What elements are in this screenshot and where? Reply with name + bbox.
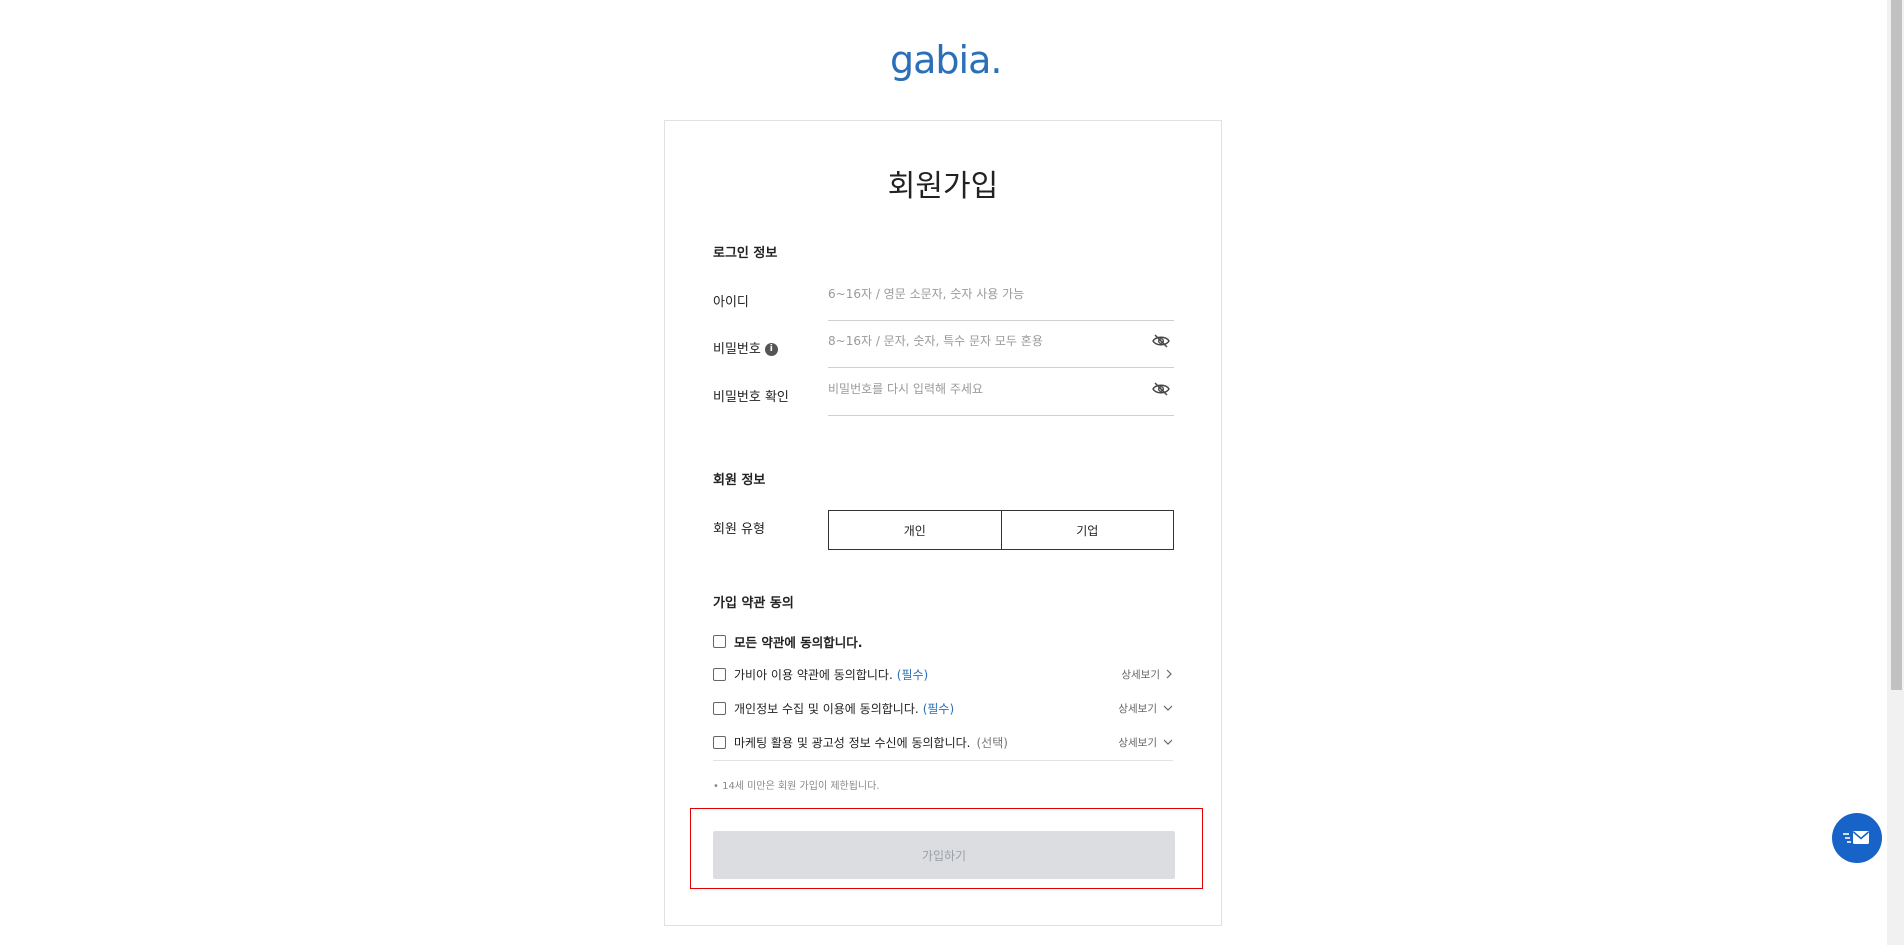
terms-item-row: 가비아 이용 약관에 동의합니다. (필수) 상세보기 bbox=[713, 664, 1173, 684]
logo-dot: . bbox=[990, 38, 1002, 82]
detail-link[interactable]: 상세보기 bbox=[1118, 701, 1173, 716]
agree-all-checkbox[interactable] bbox=[713, 634, 726, 648]
privacy-item-row: 개인정보 수집 및 이용에 동의합니다. (필수) 상세보기 bbox=[713, 698, 1173, 718]
login-info-heading: 로그인 정보 bbox=[713, 246, 778, 261]
id-label: 아이디 bbox=[713, 295, 749, 310]
info-icon[interactable]: i bbox=[764, 343, 778, 356]
member-type-business-button[interactable]: 기업 bbox=[1001, 510, 1174, 550]
mail-icon bbox=[1843, 831, 1870, 844]
password-confirm-label: 비밀번호 확인 bbox=[713, 390, 789, 405]
member-type-toggle: 개인 기업 bbox=[828, 510, 1174, 550]
chevron-right-icon bbox=[1166, 669, 1172, 679]
scrollbar[interactable] bbox=[1887, 0, 1904, 945]
marketing-checkbox[interactable] bbox=[713, 735, 726, 749]
gabia-logo[interactable]: gabia. bbox=[890, 38, 1002, 82]
password-input[interactable] bbox=[828, 321, 1128, 361]
age-notice: • 14세 미만은 회원 가입이 제한됩니다. bbox=[713, 781, 880, 792]
terms-checkbox[interactable] bbox=[713, 667, 726, 681]
privacy-item-label: 개인정보 수집 및 이용에 동의합니다. bbox=[734, 701, 919, 716]
chevron-down-icon bbox=[1163, 739, 1173, 745]
required-tag: (필수) bbox=[896, 667, 929, 682]
agree-all-row[interactable]: 모든 약관에 동의합니다. bbox=[713, 631, 1173, 651]
scrollbar-thumb[interactable] bbox=[1891, 0, 1902, 690]
detail-link-label: 상세보기 bbox=[1118, 736, 1157, 749]
terms-heading: 가입 약관 동의 bbox=[713, 596, 794, 611]
password-confirm-input[interactable] bbox=[828, 369, 1128, 409]
agree-all-label: 모든 약관에 동의합니다. bbox=[734, 634, 863, 650]
password-field bbox=[828, 321, 1174, 368]
id-field bbox=[828, 274, 1174, 321]
password-label-text: 비밀번호 bbox=[713, 342, 761, 357]
member-type-label: 회원 유형 bbox=[713, 522, 765, 537]
detail-link-label: 상세보기 bbox=[1121, 668, 1160, 681]
chat-fab[interactable] bbox=[1832, 813, 1882, 863]
member-info-heading: 회원 정보 bbox=[713, 473, 766, 488]
detail-link-label: 상세보기 bbox=[1118, 702, 1157, 715]
password-confirm-field bbox=[828, 369, 1174, 416]
marketing-item-row: 마케팅 활용 및 광고성 정보 수신에 동의합니다. (선택) 상세보기 bbox=[713, 732, 1173, 752]
eye-off-icon[interactable] bbox=[1152, 382, 1170, 396]
required-tag: (필수) bbox=[922, 701, 955, 716]
password-label: 비밀번호 i bbox=[713, 338, 778, 357]
id-input[interactable] bbox=[828, 274, 1128, 314]
signup-card: 회원가입 로그인 정보 아이디 비밀번호i 비밀번호 확인 회원 정보 회원 유… bbox=[664, 120, 1222, 926]
page-title: 회원가입 bbox=[887, 169, 999, 204]
detail-link[interactable]: 상세보기 bbox=[1118, 735, 1173, 750]
privacy-checkbox[interactable] bbox=[713, 701, 726, 715]
eye-off-icon[interactable] bbox=[1152, 334, 1170, 348]
logo-text: gabia bbox=[890, 38, 991, 82]
chevron-down-icon bbox=[1163, 705, 1173, 711]
terms-item-label: 가비아 이용 약관에 동의합니다. bbox=[734, 667, 893, 682]
divider bbox=[713, 760, 1173, 761]
member-type-personal-button[interactable]: 개인 bbox=[828, 510, 1002, 550]
signup-submit-button[interactable]: 가입하기 bbox=[713, 831, 1175, 879]
marketing-item-label: 마케팅 활용 및 광고성 정보 수신에 동의합니다. bbox=[734, 735, 971, 750]
optional-tag: (선택) bbox=[976, 735, 1008, 750]
detail-link[interactable]: 상세보기 bbox=[1121, 667, 1173, 682]
